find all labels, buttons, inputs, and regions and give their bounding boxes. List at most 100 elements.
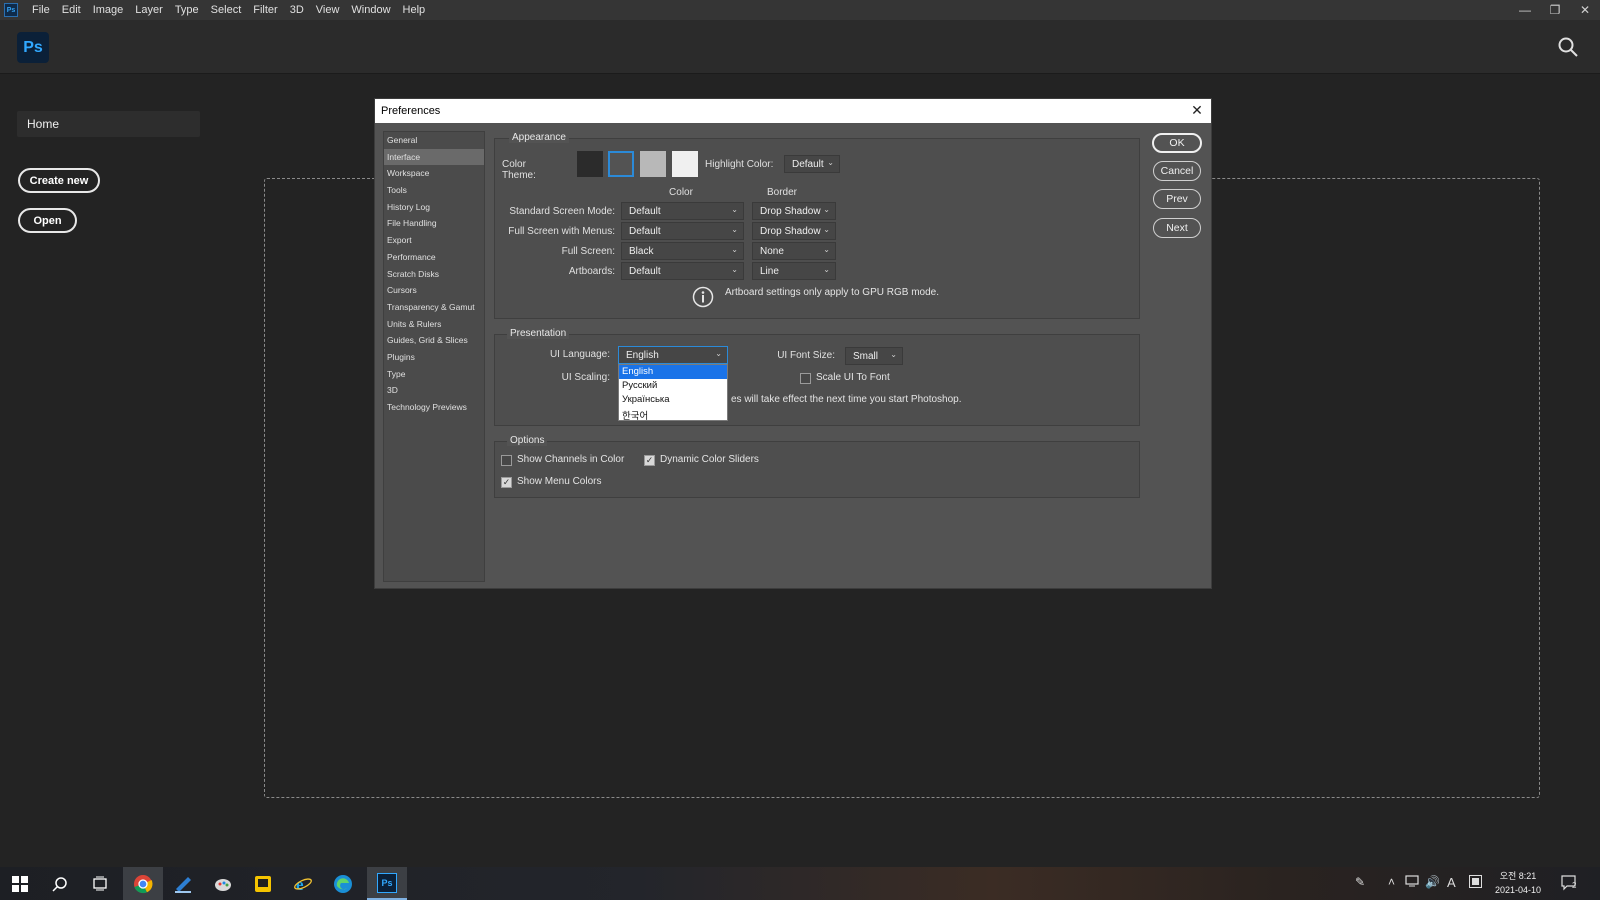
highlight-color-dropdown[interactable]: Default ⌄ xyxy=(784,155,840,173)
dynamic-sliders-checkbox[interactable]: ✓ xyxy=(644,455,655,466)
language-dropdown-list: English Русский Українська 한국어 xyxy=(618,364,728,422)
cancel-button[interactable]: Cancel xyxy=(1153,161,1201,181)
chevron-down-icon: ⌄ xyxy=(823,265,830,274)
create-new-button[interactable]: Create new xyxy=(18,168,100,193)
pen-tray-icon[interactable]: ✎ xyxy=(1355,875,1365,889)
show-menu-colors-checkbox[interactable]: ✓ xyxy=(501,477,512,488)
appearance-title: Appearance xyxy=(509,132,569,143)
category-interface[interactable]: Interface xyxy=(384,148,484,166)
full-screen-menus-border-dropdown[interactable]: Drop Shadow ⌄ xyxy=(752,222,836,240)
menu-layer[interactable]: Layer xyxy=(129,4,169,16)
home-nav-item[interactable]: Home xyxy=(17,111,200,137)
scale-ui-to-font-checkbox[interactable] xyxy=(800,373,811,384)
artboards-color-dropdown[interactable]: Default ⌄ xyxy=(621,262,744,280)
menu-3d[interactable]: 3D xyxy=(284,4,310,16)
theme-swatch-light[interactable] xyxy=(672,151,698,177)
full-screen-label: Full Screen: xyxy=(561,246,615,257)
standard-screen-color-dropdown[interactable]: Default ⌄ xyxy=(621,202,744,220)
standard-screen-border-dropdown[interactable]: Drop Shadow ⌄ xyxy=(752,202,836,220)
category-file-handling[interactable]: File Handling xyxy=(384,215,484,232)
network-icon[interactable] xyxy=(1405,875,1419,890)
ime-indicator[interactable]: A xyxy=(1447,875,1456,890)
restore-icon[interactable]: ❐ xyxy=(1540,3,1570,17)
windows-start-icon[interactable] xyxy=(0,867,40,900)
theme-swatch-dark[interactable] xyxy=(577,151,603,177)
full-screen-menus-label: Full Screen with Menus: xyxy=(508,226,615,237)
clock-time: 오전 8:21 xyxy=(1499,871,1537,881)
category-3d[interactable]: 3D xyxy=(384,382,484,399)
full-screen-border-dropdown[interactable]: None ⌄ xyxy=(752,242,836,260)
category-type[interactable]: Type xyxy=(384,366,484,383)
category-export[interactable]: Export xyxy=(384,232,484,249)
category-plugins[interactable]: Plugins xyxy=(384,349,484,366)
full-screen-border-value: None xyxy=(760,246,784,257)
menu-window[interactable]: Window xyxy=(345,4,396,16)
menu-filter[interactable]: Filter xyxy=(247,4,283,16)
chevron-down-icon: ⌄ xyxy=(823,205,830,214)
menu-type[interactable]: Type xyxy=(169,4,205,16)
edge-icon[interactable] xyxy=(323,867,363,900)
language-option-ukrainian[interactable]: Українська xyxy=(619,393,727,407)
internet-explorer-icon[interactable]: e xyxy=(283,867,323,900)
show-channels-checkbox[interactable] xyxy=(501,455,512,466)
highlight-color-label: Highlight Color: xyxy=(705,159,774,170)
search-icon[interactable] xyxy=(1557,36,1579,58)
menu-file[interactable]: File xyxy=(26,4,56,16)
language-option-korean[interactable]: 한국어 xyxy=(619,407,727,422)
ui-language-dropdown[interactable]: English ⌄ xyxy=(618,346,728,364)
category-transparency-gamut[interactable]: Transparency & Gamut xyxy=(384,299,484,316)
notification-count: 2 xyxy=(1572,881,1577,890)
menu-image[interactable]: Image xyxy=(87,4,130,16)
ps-small-logo-icon: Ps xyxy=(4,3,18,17)
category-scratch-disks[interactable]: Scratch Disks xyxy=(384,266,484,283)
ps-taskbar-logo: Ps xyxy=(377,872,397,893)
keyboard-layout-icon[interactable] xyxy=(1469,875,1482,891)
category-guides-grid-slices[interactable]: Guides, Grid & Slices xyxy=(384,332,484,349)
task-view-icon[interactable] xyxy=(80,867,120,900)
chrome-icon[interactable] xyxy=(123,867,163,900)
category-workspace[interactable]: Workspace xyxy=(384,165,484,182)
color-column-header: Color xyxy=(669,187,693,198)
full-screen-menus-color-dropdown[interactable]: Default ⌄ xyxy=(621,222,744,240)
category-cursors[interactable]: Cursors xyxy=(384,282,484,299)
prev-button[interactable]: Prev xyxy=(1153,189,1201,209)
notifications-icon[interactable]: 2 xyxy=(1561,875,1579,894)
clock[interactable]: 오전 8:21 2021-04-10 xyxy=(1495,869,1541,897)
chevron-up-icon[interactable]: ˄ xyxy=(1388,875,1395,889)
volume-icon[interactable]: 🔊 xyxy=(1425,875,1440,889)
category-list: General Interface Workspace Tools Histor… xyxy=(383,131,485,582)
language-option-english[interactable]: English xyxy=(619,365,727,379)
theme-swatch-medium-light[interactable] xyxy=(640,151,666,177)
taskbar: e Ps ✎ ˄ 🔊 A 오전 8:21 2021-04-10 2 xyxy=(0,867,1600,900)
artboards-border-dropdown[interactable]: Line ⌄ xyxy=(752,262,836,280)
menu-view[interactable]: View xyxy=(310,4,346,16)
photoshop-taskbar-icon[interactable]: Ps xyxy=(367,867,407,900)
open-button[interactable]: Open xyxy=(18,208,77,233)
next-button[interactable]: Next xyxy=(1153,218,1201,238)
category-tools[interactable]: Tools xyxy=(384,182,484,199)
theme-swatch-medium-dark[interactable] xyxy=(608,151,634,177)
app-icon-paint[interactable] xyxy=(203,867,243,900)
ui-font-size-dropdown[interactable]: Small ⌄ xyxy=(845,347,903,365)
close-icon[interactable]: ✕ xyxy=(1189,102,1205,118)
category-technology-previews[interactable]: Technology Previews xyxy=(384,399,484,416)
sticky-notes-icon[interactable] xyxy=(243,867,283,900)
ok-button[interactable]: OK xyxy=(1152,133,1202,153)
app-icon-blue-pen[interactable] xyxy=(163,867,203,900)
menu-help[interactable]: Help xyxy=(397,4,432,16)
category-general[interactable]: General xyxy=(384,132,484,149)
ui-font-size-label: UI Font Size: xyxy=(777,350,835,361)
category-history-log[interactable]: History Log xyxy=(384,199,484,216)
close-window-icon[interactable]: ✕ xyxy=(1570,3,1600,17)
menu-select[interactable]: Select xyxy=(205,4,248,16)
full-screen-color-dropdown[interactable]: Black ⌄ xyxy=(621,242,744,260)
chevron-down-icon: ⌄ xyxy=(823,225,830,234)
language-option-russian[interactable]: Русский xyxy=(619,379,727,393)
category-performance[interactable]: Performance xyxy=(384,249,484,266)
standard-screen-color-value: Default xyxy=(629,206,661,217)
options-title: Options xyxy=(507,435,548,446)
category-units-rulers[interactable]: Units & Rulers xyxy=(384,316,484,333)
search-taskbar-icon[interactable] xyxy=(40,867,80,900)
minimize-icon[interactable]: — xyxy=(1510,3,1540,17)
menu-edit[interactable]: Edit xyxy=(56,4,87,16)
